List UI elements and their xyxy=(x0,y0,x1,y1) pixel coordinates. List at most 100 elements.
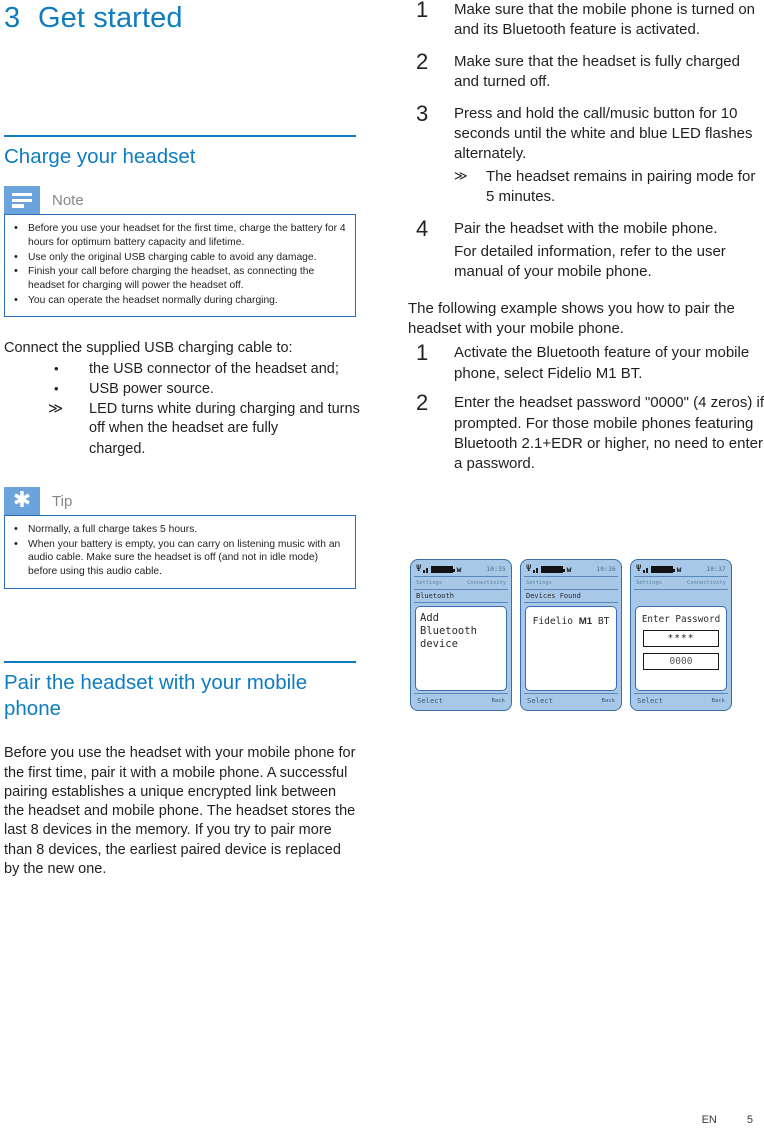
result-arrow-marker: ≫ xyxy=(48,401,64,418)
bullet-marker: • xyxy=(54,380,59,396)
note-callout-body: Before you use your headset for the firs… xyxy=(4,214,356,318)
phone-softkey-right: Back xyxy=(491,697,505,704)
page-footer: EN 5 xyxy=(702,1114,753,1126)
tip-callout-body: Normally, a full charge takes 5 hours. W… xyxy=(4,515,356,589)
phone-softkey-left: Select xyxy=(527,696,553,705)
phone-softkey-right: Back xyxy=(601,697,615,704)
phone-mockup-enter-password: Ψ w 10:37 Settings Connectivity Enter Pa… xyxy=(630,559,732,711)
manual-page: 3 Get started Charge your headset Note B… xyxy=(0,0,764,1143)
pair-paragraph: Before you use the headset with your mob… xyxy=(4,745,356,877)
step-text: Pair the headset with the mobile phone. xyxy=(454,219,718,237)
example-intro: The following example shows you how to p… xyxy=(408,299,735,338)
step-item: 2 Make sure that the headset is fully ch… xyxy=(408,48,764,93)
phone-softkey-left: Select xyxy=(417,696,443,705)
antenna-icon: Ψ xyxy=(636,564,642,574)
list-item: Normally, a full charge takes 5 hours. xyxy=(11,522,347,537)
step-text: Enter the headset password "0000" (4 zer… xyxy=(454,394,764,473)
step-item: 1 Activate the Bluetooth feature of your… xyxy=(408,340,764,384)
list-item: • the USB connector of the headset and; xyxy=(4,360,360,379)
bluetooth-icon: w xyxy=(676,565,682,574)
step-item: 1 Make sure that the mobile phone is tur… xyxy=(408,0,764,41)
main-steps-list: 1 Make sure that the mobile phone is tur… xyxy=(408,0,764,283)
section-heading-pair: Pair the headset with your mobile phone xyxy=(4,670,308,721)
phone-title-spacer xyxy=(634,590,728,603)
bluetooth-icon: w xyxy=(456,565,462,574)
step-item: 3 Press and hold the call/music button f… xyxy=(408,101,764,208)
section-heading-charge: Charge your headset xyxy=(4,145,196,168)
password-value-field[interactable]: 0000 xyxy=(643,653,719,670)
note-lines-icon xyxy=(4,186,40,215)
phone-softkey-left: Select xyxy=(637,696,663,705)
phone-mockup-bluetooth-menu: Ψ w 10:35 Settings Connectivity Bluetoot… xyxy=(410,559,512,711)
battery-icon xyxy=(650,566,675,573)
list-item: charged. xyxy=(4,440,360,459)
note-callout: Note Before you use your headset for the… xyxy=(4,186,356,318)
phone-softkey-right: Back xyxy=(711,697,725,704)
signal-bars-icon xyxy=(643,566,648,573)
footer-language: EN xyxy=(701,1114,717,1126)
phone-screen-illustrations: Ψ w 10:35 Settings Connectivity Bluetoot… xyxy=(410,559,732,711)
footer-page-number: 5 xyxy=(746,1114,753,1126)
step-number: 2 xyxy=(416,390,429,416)
phone-device-entry: Fidelio M1 BT xyxy=(530,616,612,627)
step-number: 2 xyxy=(416,48,429,74)
step-text: Press and hold the call/music button for… xyxy=(454,104,753,163)
list-item-text: USB power source. xyxy=(89,380,214,397)
list-item: You can operate the headset normally dur… xyxy=(11,293,347,308)
connect-intro: Connect the supplied USB charging cable … xyxy=(4,340,293,357)
phone-menu-right: Connectivity xyxy=(467,580,506,586)
antenna-icon: Ψ xyxy=(416,564,422,574)
antenna-icon: Ψ xyxy=(526,564,532,574)
list-item: ≫ LED turns white during charging and tu… xyxy=(4,400,360,439)
note-callout-header: Note xyxy=(4,186,356,215)
phone-status-bar: Ψ w 10:35 xyxy=(414,563,508,577)
chapter-title: Get started xyxy=(38,2,183,34)
battery-icon xyxy=(430,566,455,573)
phone-clock: 10:36 xyxy=(596,566,616,573)
phone-mockup-devices-found: Ψ w 10:36 Settings Devices Found Fidelio… xyxy=(520,559,622,711)
step-result: ≫ The headset remains in pairing mode fo… xyxy=(454,167,764,208)
list-item-text: the USB connector of the headset and; xyxy=(89,360,339,377)
left-column: 3 Get started Charge your headset Note B… xyxy=(4,0,360,879)
phone-menu-right: Connectivity xyxy=(687,580,726,586)
list-item: Finish your call before charging the hea… xyxy=(11,264,347,292)
tip-callout: ✱ Tip Normally, a full charge takes 5 ho… xyxy=(4,487,356,589)
phone-status-bar: Ψ w 10:36 xyxy=(524,563,618,577)
list-item-text: charged. xyxy=(89,440,146,457)
password-masked-field[interactable]: **** xyxy=(643,630,719,647)
signal-bars-icon xyxy=(533,566,538,573)
phone-content-line: Add xyxy=(420,612,439,624)
device-name-prefix: Fidelio xyxy=(532,616,579,627)
step-number: 4 xyxy=(416,215,429,241)
step-extra-text: For detailed information, refer to the u… xyxy=(454,242,726,281)
list-item: Use only the original USB charging cable… xyxy=(11,250,347,265)
step-text: Make sure that the headset is fully char… xyxy=(454,52,740,91)
chapter-number: 3 xyxy=(4,2,21,34)
step-text: Make sure that the mobile phone is turne… xyxy=(454,1,756,39)
list-item: Before you use your headset for the firs… xyxy=(11,221,347,249)
list-item: • USB power source. xyxy=(4,380,360,399)
phone-clock: 10:35 xyxy=(486,566,506,573)
step-item: 4 Pair the headset with the mobile phone… xyxy=(408,215,764,283)
tip-list: Normally, a full charge takes 5 hours. W… xyxy=(11,522,347,579)
phone-screen-title: Devices Found xyxy=(524,590,618,603)
phone-status-bar: Ψ w 10:37 xyxy=(634,563,728,577)
asterisk-star-icon: ✱ xyxy=(4,487,40,516)
result-arrow-marker: ≫ xyxy=(454,167,468,183)
device-name-suffix: BT xyxy=(592,616,610,627)
phone-content-area: Fidelio M1 BT xyxy=(525,606,617,691)
note-callout-label: Note xyxy=(52,191,84,209)
battery-icon xyxy=(540,566,565,573)
phone-menu-left: Settings xyxy=(416,580,442,586)
chapter-heading: 3 Get started xyxy=(4,2,360,35)
phone-menu-left: Settings xyxy=(636,580,662,586)
step-text: Activate the Bluetooth feature of your m… xyxy=(454,344,750,382)
bullet-marker: • xyxy=(54,360,59,376)
section-divider-charge xyxy=(4,135,356,137)
device-name-model: M1 xyxy=(578,616,593,627)
password-prompt-label: Enter Password xyxy=(641,614,721,625)
step-number: 1 xyxy=(416,340,429,366)
phone-content-line: device xyxy=(420,637,458,650)
note-list: Before you use your headset for the firs… xyxy=(11,221,347,308)
phone-content-line: Bluetooth xyxy=(420,624,477,637)
